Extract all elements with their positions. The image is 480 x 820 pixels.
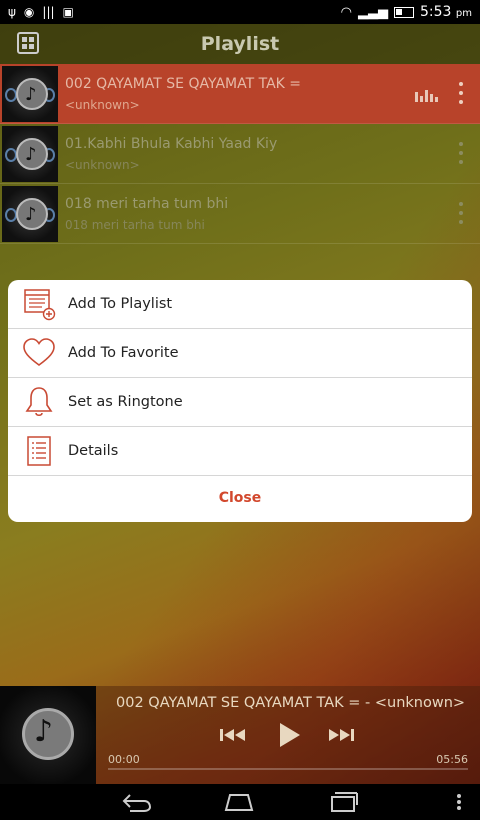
- song-title: 01.Kabhi Bhula Kabhi Yaad Kiy: [65, 135, 278, 152]
- heart-icon: [22, 336, 56, 370]
- previous-track-icon[interactable]: [218, 720, 248, 750]
- status-clock: 5:53 pm: [420, 4, 472, 20]
- song-title: 018 meri tarha tum bhi: [65, 195, 229, 212]
- grid-menu-icon[interactable]: [17, 32, 39, 54]
- song-row[interactable]: ♪ 002 QAYAMAT SE QAYAMAT TAK = <unknown>: [0, 64, 480, 124]
- music-note-icon: ♪: [25, 143, 37, 165]
- seek-bar[interactable]: [108, 768, 468, 770]
- song-row[interactable]: ♪ 018 meri tarha tum bhi 018 meri tarha …: [0, 184, 480, 244]
- next-track-icon[interactable]: [326, 720, 356, 750]
- total-duration: 05:56: [436, 753, 468, 766]
- playback-controls: [218, 720, 358, 750]
- more-options-icon[interactable]: [458, 142, 464, 164]
- menu-item-add-to-playlist[interactable]: Add To Playlist: [8, 280, 472, 329]
- now-playing-title: 002 QAYAMAT SE QAYAMAT TAK = - <unknown>: [116, 695, 466, 711]
- page-title: Playlist: [200, 33, 280, 55]
- usb-icon: ψ: [8, 5, 16, 19]
- battery-icon: [394, 6, 414, 18]
- elapsed-time: 00:00: [108, 753, 140, 766]
- song-artist: <unknown>: [65, 157, 140, 172]
- music-note-icon: ♪: [25, 203, 37, 225]
- menu-item-label: Add To Playlist: [68, 296, 173, 312]
- menu-item-details[interactable]: Details: [8, 427, 472, 476]
- signal-icon: ▂▃▅: [358, 4, 388, 20]
- details-list-icon: [22, 434, 56, 468]
- wifi-icon: ◠: [340, 4, 352, 20]
- clipboard-check-icon: ▣: [62, 5, 74, 19]
- song-artist: 018 meri tarha tum bhi: [65, 217, 205, 232]
- app-bar: Playlist: [0, 24, 480, 64]
- menu-item-label: Set as Ringtone: [68, 394, 183, 410]
- playlist-add-icon: [22, 287, 56, 321]
- more-options-icon[interactable]: [458, 82, 464, 104]
- eye-icon: ◉: [23, 5, 35, 19]
- now-playing-equalizer-icon: [415, 90, 438, 102]
- system-nav-bar: [0, 784, 480, 820]
- music-note-icon: ♪: [34, 714, 54, 749]
- back-icon[interactable]: [120, 791, 154, 813]
- song-row[interactable]: ♪ 01.Kabhi Bhula Kabhi Yaad Kiy <unknown…: [0, 124, 480, 184]
- menu-item-set-as-ringtone[interactable]: Set as Ringtone: [8, 378, 472, 427]
- home-icon[interactable]: [222, 792, 256, 812]
- bell-icon: [22, 385, 56, 419]
- status-bar: ψ ◉ ||| ▣ ◠ ▂▃▅ 5:53 pm: [0, 0, 480, 24]
- more-options-icon[interactable]: [458, 202, 464, 224]
- song-options-dialog: Add To Playlist Add To Favorite Set as R…: [8, 280, 472, 522]
- overflow-menu-icon[interactable]: [456, 794, 462, 810]
- close-button[interactable]: Close: [8, 476, 472, 520]
- play-icon[interactable]: [274, 720, 304, 750]
- player-album-art: ♪: [0, 686, 96, 784]
- music-note-icon: ♪: [25, 83, 37, 105]
- mini-player: ♪ 002 QAYAMAT SE QAYAMAT TAK = - <unknow…: [0, 686, 480, 784]
- song-list: ♪ 002 QAYAMAT SE QAYAMAT TAK = <unknown>…: [0, 64, 480, 244]
- menu-item-label: Add To Favorite: [68, 345, 179, 361]
- album-art-thumbnail: ♪: [2, 65, 58, 122]
- barcode-icon: |||: [42, 5, 55, 19]
- album-art-thumbnail: ♪: [2, 185, 58, 242]
- menu-item-label: Details: [68, 443, 119, 459]
- recent-apps-icon[interactable]: [326, 791, 360, 813]
- menu-item-add-to-favorite[interactable]: Add To Favorite: [8, 329, 472, 378]
- album-art-thumbnail: ♪: [2, 125, 58, 182]
- notification-icons: ψ ◉ ||| ▣: [8, 5, 74, 19]
